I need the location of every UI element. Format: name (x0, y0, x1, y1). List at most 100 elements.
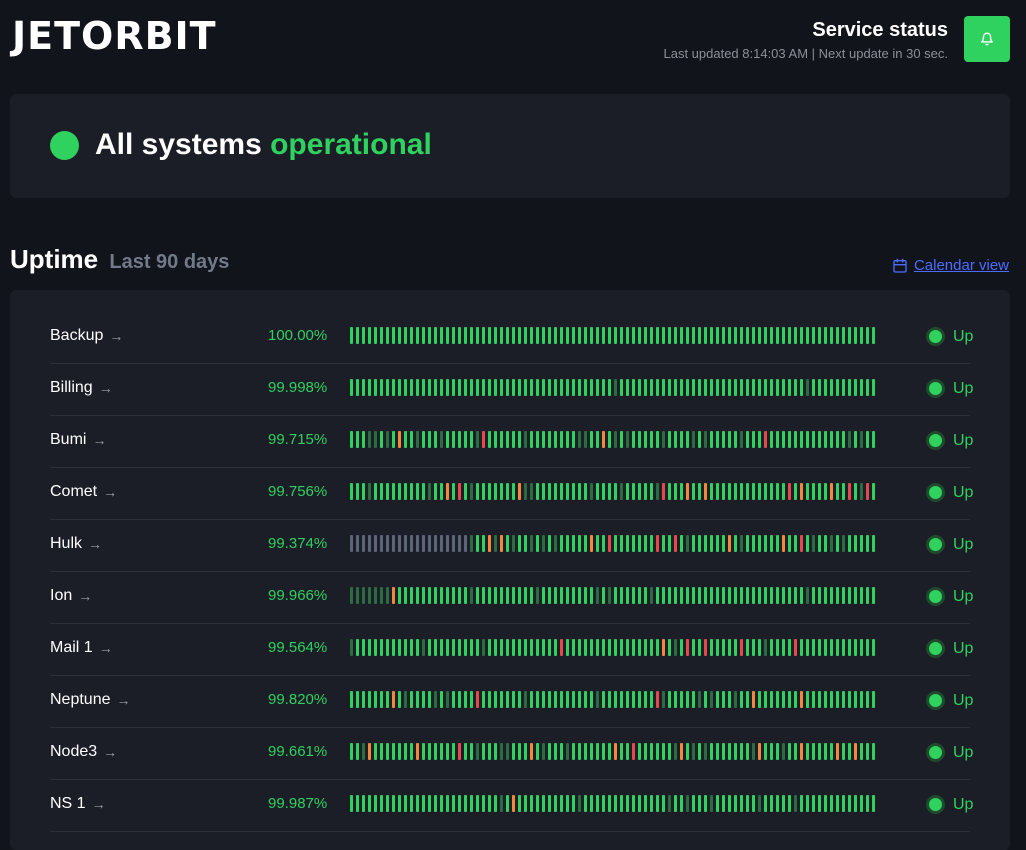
uptime-day-bar[interactable] (374, 691, 377, 708)
uptime-day-bar[interactable] (872, 587, 875, 604)
uptime-day-bar[interactable] (350, 743, 353, 760)
uptime-day-bar[interactable] (476, 483, 479, 500)
uptime-day-bar[interactable] (872, 327, 875, 344)
uptime-day-bar[interactable] (530, 795, 533, 812)
uptime-day-bar[interactable] (656, 431, 659, 448)
uptime-day-bar[interactable] (584, 379, 587, 396)
uptime-day-bar[interactable] (374, 795, 377, 812)
uptime-day-bar[interactable] (452, 379, 455, 396)
uptime-day-bar[interactable] (620, 535, 623, 552)
uptime-day-bar[interactable] (800, 535, 803, 552)
uptime-day-bar[interactable] (398, 795, 401, 812)
uptime-day-bar[interactable] (752, 431, 755, 448)
uptime-day-bar[interactable] (410, 795, 413, 812)
uptime-day-bar[interactable] (536, 535, 539, 552)
uptime-day-bar[interactable] (608, 639, 611, 656)
uptime-day-bar[interactable] (866, 639, 869, 656)
uptime-day-bar[interactable] (842, 431, 845, 448)
uptime-day-bar[interactable] (776, 327, 779, 344)
uptime-day-bar[interactable] (614, 535, 617, 552)
uptime-day-bar[interactable] (440, 795, 443, 812)
uptime-day-bar[interactable] (644, 795, 647, 812)
uptime-day-bar[interactable] (566, 743, 569, 760)
uptime-day-bar[interactable] (812, 535, 815, 552)
uptime-day-bar[interactable] (566, 327, 569, 344)
uptime-day-bar[interactable] (506, 795, 509, 812)
uptime-day-bar[interactable] (620, 795, 623, 812)
uptime-day-bar[interactable] (656, 795, 659, 812)
uptime-day-bar[interactable] (710, 483, 713, 500)
uptime-day-bar[interactable] (380, 691, 383, 708)
uptime-day-bar[interactable] (362, 639, 365, 656)
uptime-day-bar[interactable] (494, 743, 497, 760)
uptime-day-bar[interactable] (794, 431, 797, 448)
service-name-link[interactable]: Backup → (50, 327, 123, 345)
uptime-day-bar[interactable] (362, 379, 365, 396)
uptime-day-bar[interactable] (752, 535, 755, 552)
uptime-day-bar[interactable] (512, 431, 515, 448)
uptime-day-bar[interactable] (512, 535, 515, 552)
uptime-day-bar[interactable] (416, 587, 419, 604)
uptime-day-bar[interactable] (776, 431, 779, 448)
uptime-day-bar[interactable] (350, 327, 353, 344)
uptime-day-bar[interactable] (824, 431, 827, 448)
uptime-day-bar[interactable] (518, 743, 521, 760)
uptime-day-bar[interactable] (506, 639, 509, 656)
uptime-day-bar[interactable] (584, 639, 587, 656)
uptime-day-bar[interactable] (404, 535, 407, 552)
uptime-day-bar[interactable] (626, 691, 629, 708)
uptime-day-bar[interactable] (824, 379, 827, 396)
uptime-day-bar[interactable] (722, 483, 725, 500)
uptime-day-bar[interactable] (608, 795, 611, 812)
uptime-day-bar[interactable] (404, 795, 407, 812)
uptime-day-bar[interactable] (782, 535, 785, 552)
uptime-day-bar[interactable] (710, 795, 713, 812)
uptime-day-bar[interactable] (644, 483, 647, 500)
uptime-day-bar[interactable] (500, 691, 503, 708)
uptime-day-bar[interactable] (368, 743, 371, 760)
uptime-day-bar[interactable] (788, 379, 791, 396)
uptime-day-bar[interactable] (668, 587, 671, 604)
uptime-day-bar[interactable] (392, 743, 395, 760)
uptime-day-bar[interactable] (590, 743, 593, 760)
uptime-day-bar[interactable] (434, 691, 437, 708)
uptime-day-bar[interactable] (716, 483, 719, 500)
uptime-day-bar[interactable] (578, 639, 581, 656)
uptime-day-bar[interactable] (578, 535, 581, 552)
uptime-day-bar[interactable] (440, 379, 443, 396)
uptime-day-bar[interactable] (698, 379, 701, 396)
uptime-day-bar[interactable] (404, 587, 407, 604)
uptime-day-bar[interactable] (596, 691, 599, 708)
uptime-day-bar[interactable] (614, 327, 617, 344)
uptime-day-bar[interactable] (860, 535, 863, 552)
uptime-day-bar[interactable] (734, 587, 737, 604)
uptime-day-bar[interactable] (836, 535, 839, 552)
uptime-day-bar[interactable] (572, 483, 575, 500)
uptime-day-bar[interactable] (500, 535, 503, 552)
uptime-day-bar[interactable] (704, 483, 707, 500)
uptime-day-bar[interactable] (482, 587, 485, 604)
uptime-day-bar[interactable] (782, 743, 785, 760)
uptime-day-bar[interactable] (770, 743, 773, 760)
uptime-day-bar[interactable] (458, 431, 461, 448)
uptime-day-bar[interactable] (830, 327, 833, 344)
uptime-day-bar[interactable] (578, 483, 581, 500)
uptime-day-bar[interactable] (386, 431, 389, 448)
uptime-day-bar[interactable] (650, 535, 653, 552)
uptime-day-bar[interactable] (452, 587, 455, 604)
uptime-day-bar[interactable] (698, 743, 701, 760)
uptime-day-bar[interactable] (668, 535, 671, 552)
uptime-day-bar[interactable] (554, 743, 557, 760)
uptime-day-bar[interactable] (758, 639, 761, 656)
uptime-day-bar[interactable] (764, 327, 767, 344)
uptime-day-bar[interactable] (752, 795, 755, 812)
uptime-day-bar[interactable] (404, 743, 407, 760)
uptime-day-bar[interactable] (542, 431, 545, 448)
uptime-day-bar[interactable] (422, 691, 425, 708)
uptime-day-bar[interactable] (698, 639, 701, 656)
uptime-day-bar[interactable] (440, 639, 443, 656)
uptime-day-bar[interactable] (512, 743, 515, 760)
uptime-day-bar[interactable] (650, 691, 653, 708)
uptime-day-bar[interactable] (446, 795, 449, 812)
uptime-day-bar[interactable] (560, 639, 563, 656)
